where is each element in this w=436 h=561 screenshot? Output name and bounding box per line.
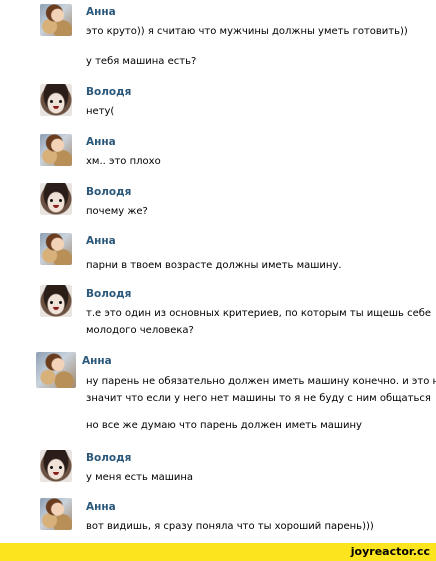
- message-text-line: но все же думаю что парень должен иметь …: [86, 420, 362, 431]
- message-text-line: ну парень не обязательно должен иметь ма…: [86, 376, 436, 387]
- avatar-volodya[interactable]: [40, 84, 72, 116]
- message-text-line: у тебя машина есть?: [86, 56, 197, 67]
- site-watermark[interactable]: joyreactor.cc: [351, 545, 430, 558]
- message-text-line: нету(: [86, 106, 115, 117]
- author-name[interactable]: Анна: [86, 136, 116, 148]
- avatar-volodya[interactable]: [40, 183, 72, 215]
- message-text-line: молодого человека?: [86, 325, 194, 336]
- avatar-volodya[interactable]: [40, 285, 72, 317]
- watermark-bar: joyreactor.cc: [0, 543, 436, 561]
- author-name[interactable]: Анна: [86, 235, 116, 247]
- avatar-anna[interactable]: [40, 498, 72, 530]
- author-name[interactable]: Анна: [82, 355, 112, 367]
- author-name[interactable]: Анна: [86, 501, 116, 513]
- message-text-line: это круто)) я считаю что мужчины должны …: [86, 26, 408, 37]
- message-text-line: значит что если у него нет машины то я н…: [86, 393, 431, 404]
- message-text-line: вот видишь, я сразу поняла что ты хороши…: [86, 521, 374, 532]
- avatar-anna[interactable]: [40, 4, 72, 36]
- message-text-line: хм.. это плохо: [86, 156, 161, 167]
- author-name[interactable]: Володя: [86, 86, 131, 98]
- avatar-anna[interactable]: [40, 134, 72, 166]
- message-text-line: почему же?: [86, 206, 148, 217]
- avatar-volodya[interactable]: [40, 450, 72, 482]
- message-text-line: т.е это один из основных критериев, по к…: [86, 308, 432, 319]
- author-name[interactable]: Анна: [86, 6, 116, 18]
- author-name[interactable]: Володя: [86, 452, 131, 464]
- author-name[interactable]: Володя: [86, 288, 131, 300]
- avatar-anna[interactable]: [36, 352, 76, 388]
- message-text-line: парни в твоем возрасте должны иметь маши…: [86, 260, 342, 271]
- message-text-line: у меня есть машина: [86, 472, 194, 483]
- author-name[interactable]: Володя: [86, 186, 131, 198]
- avatar-anna[interactable]: [40, 233, 72, 265]
